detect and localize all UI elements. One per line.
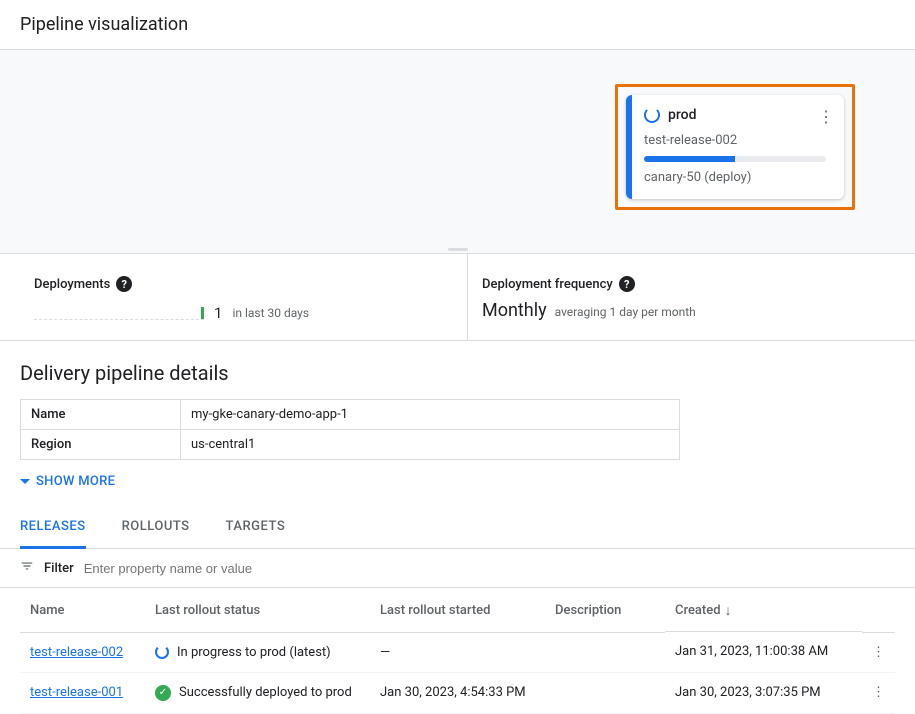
desc-cell — [545, 632, 665, 672]
detail-row: Name my-gke-canary-demo-app-1 — [21, 400, 680, 430]
table-row: test-release-001 ✓ Successfully deployed … — [20, 672, 895, 713]
frequency-value: Monthly — [482, 300, 547, 321]
deployments-stat: Deployments ? 1 in last 30 days — [20, 254, 468, 340]
created-cell: Jan 31, 2023, 11:00:38 AM — [665, 632, 862, 672]
col-desc[interactable]: Description — [545, 588, 665, 632]
tabs: RELEASES ROLLOUTS TARGETS — [0, 507, 915, 549]
spinner-icon — [644, 107, 660, 123]
col-name[interactable]: Name — [20, 588, 145, 632]
frequency-suffix: averaging 1 day per month — [555, 305, 696, 319]
help-icon[interactable]: ? — [116, 276, 132, 292]
status-text: Successfully deployed to prod — [179, 685, 352, 700]
started-cell: Jan 30, 2023, 4:54:33 PM — [370, 672, 545, 713]
started-cell: — — [370, 632, 545, 672]
page-title: Pipeline visualization — [0, 0, 915, 50]
col-created[interactable]: Created ↓ — [665, 588, 862, 632]
detail-value: us-central1 — [181, 430, 680, 460]
created-cell: Jan 30, 2023, 3:07:35 PM — [665, 672, 862, 713]
target-phase-label: canary-50 (deploy) — [644, 170, 826, 185]
target-name: prod — [668, 107, 696, 123]
deployments-count: 1 — [214, 304, 222, 322]
details-title: Delivery pipeline details — [20, 361, 895, 385]
show-more-button[interactable]: SHOW MORE — [20, 474, 895, 489]
table-row: test-release-002 In progress to prod (la… — [20, 632, 895, 672]
details-table: Name my-gke-canary-demo-app-1 Region us-… — [20, 399, 680, 460]
progress-fill — [644, 156, 735, 162]
releases-table: Name Last rollout status Last rollout st… — [20, 588, 895, 714]
kebab-menu-icon[interactable]: ⋮ — [818, 107, 834, 126]
release-link[interactable]: test-release-001 — [30, 685, 123, 700]
detail-row: Region us-central1 — [21, 430, 680, 460]
detail-key: Name — [21, 400, 181, 430]
stats-row: Deployments ? 1 in last 30 days Deployme… — [0, 254, 915, 341]
filter-label: Filter — [44, 561, 74, 576]
detail-key: Region — [21, 430, 181, 460]
detail-value: my-gke-canary-demo-app-1 — [181, 400, 680, 430]
chevron-down-icon — [20, 479, 30, 484]
pipeline-viz-canvas: prod ⋮ test-release-002 canary-50 (deplo… — [0, 50, 915, 254]
frequency-label: Deployment frequency — [482, 277, 613, 292]
row-kebab-icon[interactable]: ⋮ — [862, 632, 895, 672]
sparkline — [34, 306, 204, 320]
col-status[interactable]: Last rollout status — [145, 588, 370, 632]
sort-arrow-down-icon: ↓ — [725, 602, 732, 619]
deployments-suffix: in last 30 days — [232, 306, 309, 320]
help-icon[interactable]: ? — [619, 276, 635, 292]
tab-rollouts[interactable]: ROLLOUTS — [122, 507, 190, 548]
target-release-label: test-release-002 — [644, 133, 826, 148]
tab-releases[interactable]: RELEASES — [20, 507, 86, 549]
filter-icon — [20, 559, 34, 577]
filter-input[interactable] — [84, 561, 895, 576]
spinner-icon — [155, 645, 169, 659]
deployments-label: Deployments — [34, 277, 110, 292]
release-link[interactable]: test-release-002 — [30, 645, 123, 660]
target-card-prod[interactable]: prod ⋮ test-release-002 canary-50 (deplo… — [626, 95, 844, 199]
row-kebab-icon[interactable]: ⋮ — [862, 672, 895, 713]
frequency-stat: Deployment frequency ? Monthly averaging… — [468, 254, 915, 340]
status-text: In progress to prod (latest) — [177, 645, 331, 660]
filter-bar: Filter — [0, 549, 915, 588]
success-check-icon: ✓ — [155, 685, 171, 701]
resize-handle[interactable] — [448, 248, 468, 251]
desc-cell — [545, 672, 665, 713]
tab-targets[interactable]: TARGETS — [226, 507, 286, 548]
progress-bar — [644, 156, 826, 162]
highlight-callout: prod ⋮ test-release-002 canary-50 (deplo… — [615, 84, 855, 210]
col-started[interactable]: Last rollout started — [370, 588, 545, 632]
